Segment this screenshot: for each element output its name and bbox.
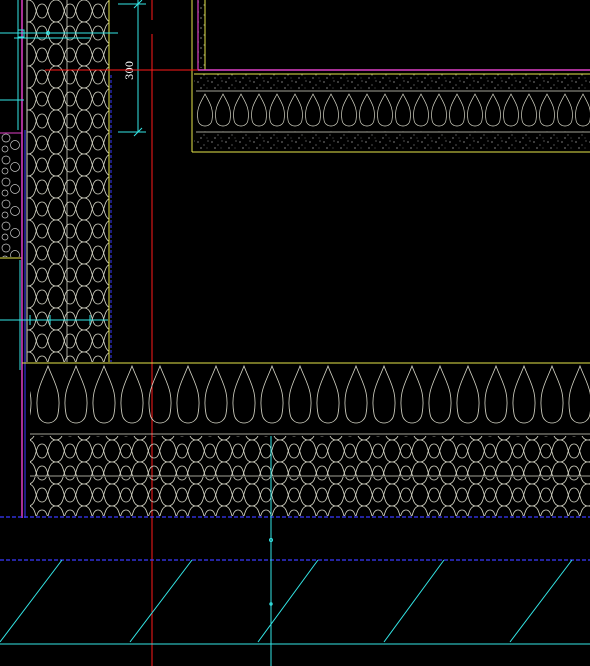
wall-insulation <box>27 0 109 362</box>
roof-slab <box>191 0 590 153</box>
ground-hatch <box>0 559 573 643</box>
gravel-fill <box>0 133 20 257</box>
floor-insulation <box>22 362 590 516</box>
cad-drawing-canvas: 300 <box>0 0 590 666</box>
